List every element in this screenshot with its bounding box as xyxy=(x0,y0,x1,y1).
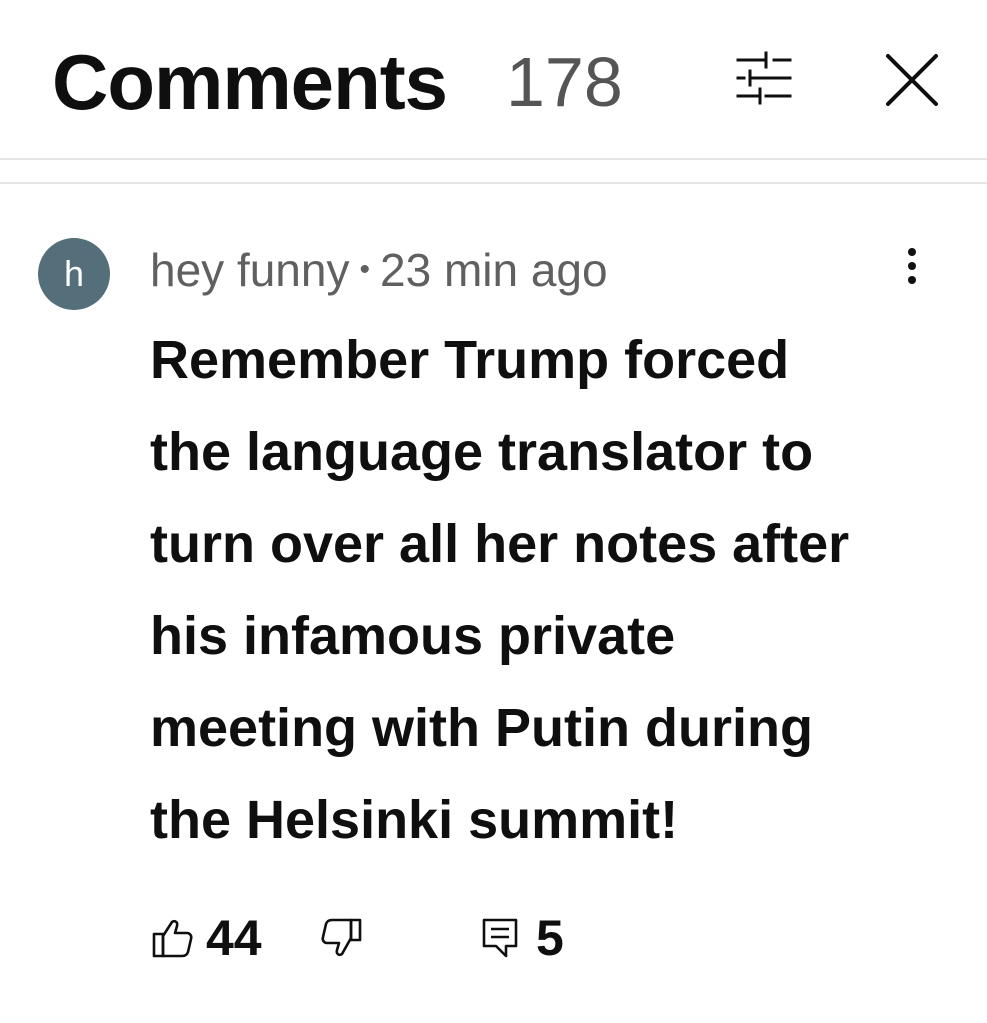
thumbs-up-icon xyxy=(152,919,193,958)
more-options-button[interactable] xyxy=(890,236,934,296)
comments-title: Comments xyxy=(52,38,448,126)
sort-filter-button[interactable] xyxy=(728,50,796,106)
meta-separator: • xyxy=(359,253,370,286)
comments-count: 178 xyxy=(506,43,623,121)
comment-text: Remember Trump forced the language trans… xyxy=(150,330,850,850)
like-count: 44 xyxy=(206,910,262,966)
like-button[interactable]: 44 xyxy=(150,906,262,970)
avatar[interactable]: h xyxy=(38,238,110,310)
header-divider xyxy=(0,158,987,160)
close-icon xyxy=(886,54,938,106)
reply-count: 5 xyxy=(536,910,564,966)
close-button[interactable] xyxy=(880,48,944,112)
comments-header: Comments 178 xyxy=(0,0,987,160)
comment-meta: hey funny • 23 min ago xyxy=(150,238,608,302)
sliders-icon xyxy=(736,51,792,105)
comment-icon xyxy=(482,918,518,958)
reply-button[interactable]: 5 xyxy=(480,906,564,970)
comment-timestamp: 23 min ago xyxy=(380,244,608,296)
dislike-button[interactable] xyxy=(320,906,364,970)
section-divider xyxy=(0,182,987,184)
more-vertical-icon xyxy=(908,248,916,284)
comment-author[interactable]: hey funny xyxy=(150,244,349,296)
thumbs-down-icon xyxy=(321,918,362,957)
